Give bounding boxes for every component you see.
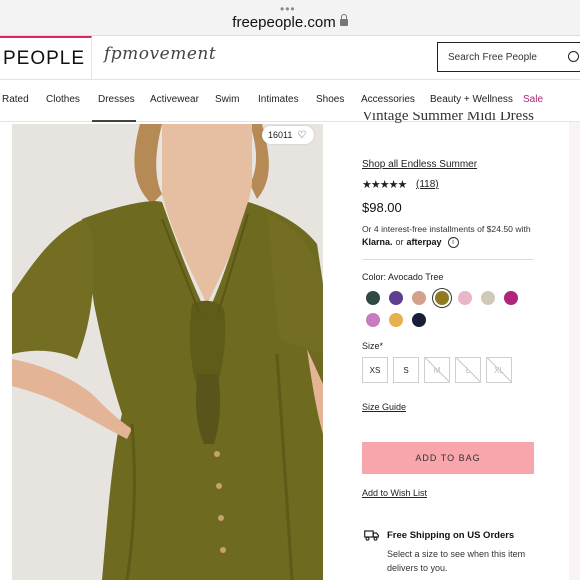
fp-movement-logo[interactable]: fpmovement: [104, 44, 216, 64]
product-image[interactable]: [12, 124, 323, 580]
shop-all-link[interactable]: Shop all Endless Summer: [362, 159, 477, 170]
nav-active-indicator: [92, 120, 136, 122]
color-swatch[interactable]: [389, 291, 403, 305]
color-swatch[interactable]: [435, 291, 449, 305]
shipping-text: Select a size to see when this item deli…: [387, 549, 526, 573]
size-xs-button[interactable]: XS: [362, 357, 388, 383]
installments-text: Or 4 interest-free installments of $24.5…: [362, 224, 531, 234]
product-title: Vintage Summer Midi Dress: [362, 112, 534, 124]
product-price: $98.00: [362, 200, 402, 215]
color-swatch[interactable]: [412, 291, 426, 305]
color-swatch[interactable]: [481, 291, 495, 305]
divider: [362, 259, 534, 260]
klarna-logo[interactable]: Klarna.: [362, 237, 393, 247]
product-title-area: Vintage Summer Midi Dress: [362, 112, 562, 156]
color-swatch[interactable]: [458, 291, 472, 305]
size-s-button[interactable]: S: [393, 357, 419, 383]
nav-item-rated[interactable]: Rated: [2, 94, 29, 105]
add-to-bag-button[interactable]: ADD TO BAG: [362, 442, 534, 474]
nav-item-dresses[interactable]: Dresses: [98, 94, 135, 105]
size-m-button[interactable]: M: [424, 357, 450, 383]
page-edge: [569, 122, 580, 580]
size-guide-link[interactable]: Size Guide: [362, 402, 406, 412]
nav-item-intimates[interactable]: Intimates: [258, 94, 299, 105]
nav-item-activewear[interactable]: Activewear: [150, 94, 199, 105]
heart-icon: ♡: [297, 129, 307, 141]
review-count-link[interactable]: (118): [416, 179, 439, 190]
lock-icon: [339, 14, 348, 26]
search-box[interactable]: [437, 42, 580, 72]
color-swatch[interactable]: [412, 313, 426, 327]
url-text: freepeople.com: [232, 14, 336, 31]
info-icon[interactable]: i: [447, 236, 459, 248]
rating-stars[interactable]: ★★★★★: [362, 178, 407, 191]
browser-address-bar: ••• freepeople.com: [0, 0, 580, 36]
nav-item-swim[interactable]: Swim: [215, 94, 239, 105]
brand-logo[interactable]: PEOPLE: [0, 36, 92, 80]
nav-item-shoes[interactable]: Shoes: [316, 94, 344, 105]
fp-movement-logo-text: fpmovement: [104, 44, 217, 64]
site-header: PEOPLE fpmovement: [0, 36, 580, 80]
truck-icon: [364, 530, 379, 541]
search-icon[interactable]: [568, 51, 579, 62]
nav-item-accessories[interactable]: Accessories: [361, 94, 415, 105]
payment-or-text: or: [395, 237, 404, 247]
search-input[interactable]: [438, 43, 558, 71]
favorite-count: 16011: [268, 130, 293, 140]
brand-logo-text: PEOPLE: [3, 48, 86, 69]
color-swatch[interactable]: [504, 291, 518, 305]
favorite-button[interactable]: 16011 ♡: [262, 126, 314, 144]
size-l-button[interactable]: L: [455, 357, 481, 383]
nav-item-beauty-wellness[interactable]: Beauty + Wellness: [430, 94, 513, 105]
browser-url[interactable]: freepeople.com: [0, 14, 580, 31]
color-swatch[interactable]: [366, 291, 380, 305]
nav-item-clothes[interactable]: Clothes: [46, 94, 80, 105]
afterpay-logo[interactable]: afterpay: [407, 237, 442, 247]
color-label: Color: Avocado Tree: [362, 272, 444, 282]
shipping-title: Free Shipping on US Orders: [387, 530, 515, 541]
payment-options: Klarna. or afterpay i: [362, 236, 459, 248]
color-swatch[interactable]: [366, 313, 380, 327]
size-label: Size*: [362, 341, 384, 351]
add-to-wishlist-link[interactable]: Add to Wish List: [362, 488, 427, 498]
size-xl-button[interactable]: XL: [486, 357, 512, 383]
color-swatch[interactable]: [389, 313, 403, 327]
nav-item-sale[interactable]: Sale: [523, 94, 543, 105]
product-photo-illustration: [12, 124, 323, 580]
